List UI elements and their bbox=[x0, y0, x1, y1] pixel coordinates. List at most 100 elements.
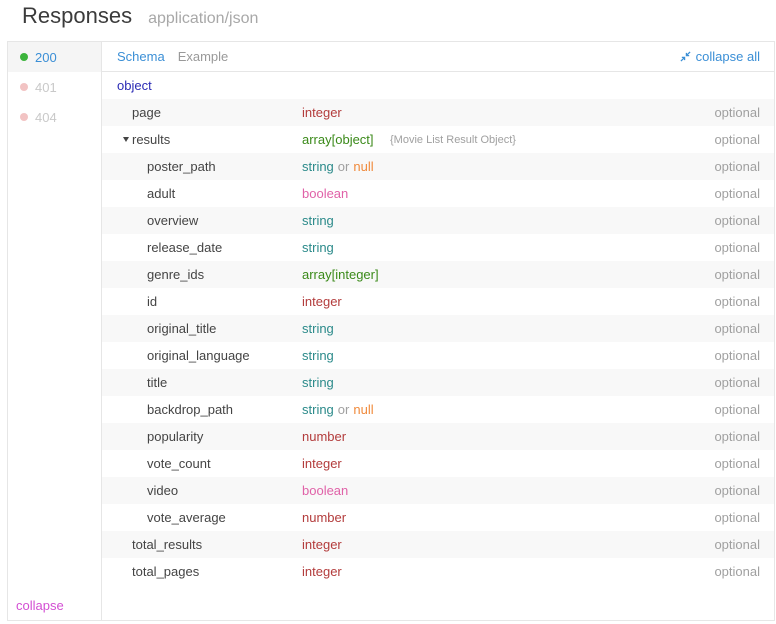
type-token: string bbox=[302, 159, 334, 174]
property-type: integer bbox=[302, 537, 342, 552]
response-panel: 200 401 404 Schema Example collapse all ob… bbox=[7, 41, 775, 621]
type-token: integer bbox=[302, 294, 342, 309]
status-code-label: 404 bbox=[35, 109, 57, 125]
type-token: string bbox=[302, 375, 334, 390]
optional-label: optional bbox=[714, 510, 760, 525]
optional-label: optional bbox=[714, 375, 760, 390]
schema-area: Schema Example collapse all object page i… bbox=[102, 42, 774, 620]
expand-caret-icon[interactable] bbox=[123, 137, 129, 143]
optional-label: optional bbox=[714, 456, 760, 471]
status-code-200[interactable]: 200 bbox=[8, 42, 101, 72]
optional-label: optional bbox=[714, 159, 760, 174]
property-type: array[object] bbox=[302, 132, 374, 147]
property-name: backdrop_path bbox=[147, 402, 234, 417]
type-token: integer bbox=[302, 564, 342, 579]
schema-row: popularity number optional bbox=[102, 423, 774, 450]
collapse-arrows-icon bbox=[680, 51, 691, 62]
status-code-404[interactable]: 404 bbox=[8, 102, 101, 132]
type-token: array[object] bbox=[302, 132, 374, 147]
property-type: integer bbox=[302, 294, 342, 309]
property-type: number bbox=[302, 429, 346, 444]
tab-schema[interactable]: Schema bbox=[117, 49, 165, 64]
root-type-label: object bbox=[117, 78, 152, 93]
schema-row: total_results integer optional bbox=[102, 531, 774, 558]
type-token: null bbox=[353, 159, 374, 174]
property-name: adult bbox=[147, 186, 176, 201]
status-dot-icon bbox=[20, 83, 28, 91]
type-token: boolean bbox=[302, 483, 349, 498]
schema-row[interactable]: results array[object] {Movie List Result O… bbox=[102, 126, 774, 153]
tab-example[interactable]: Example bbox=[178, 49, 229, 64]
status-code-label: 401 bbox=[35, 79, 57, 95]
property-name: original_language bbox=[147, 348, 250, 363]
property-name: popularity bbox=[147, 429, 204, 444]
type-token: integer bbox=[302, 537, 342, 552]
type-separator: or bbox=[337, 402, 350, 417]
property-name: vote_count bbox=[147, 456, 211, 471]
type-token: array[integer] bbox=[302, 267, 379, 282]
property-name: overview bbox=[147, 213, 199, 228]
responses-header: Responses application/json bbox=[22, 0, 258, 34]
type-reference: {Movie List Result Object} bbox=[390, 133, 516, 146]
optional-label: optional bbox=[714, 240, 760, 255]
type-token: number bbox=[302, 429, 347, 444]
property-type: string bbox=[302, 213, 334, 228]
property-type: integer bbox=[302, 456, 342, 471]
property-name: page bbox=[132, 105, 161, 120]
property-name: id bbox=[147, 294, 158, 309]
status-code-401[interactable]: 401 bbox=[8, 72, 101, 102]
property-name: results bbox=[132, 132, 171, 147]
property-type: string bbox=[302, 348, 334, 363]
property-name: genre_ids bbox=[147, 267, 205, 282]
type-token: integer bbox=[302, 456, 342, 471]
property-name: total_pages bbox=[132, 564, 200, 579]
schema-row: original_language string optional bbox=[102, 342, 774, 369]
property-name: release_date bbox=[147, 240, 223, 255]
type-token: string bbox=[302, 402, 334, 417]
type-token: boolean bbox=[302, 186, 349, 201]
schema-row: release_date string optional bbox=[102, 234, 774, 261]
type-token: integer bbox=[302, 105, 342, 120]
status-dot-icon bbox=[20, 53, 28, 61]
schema-row: poster_path string or null optional bbox=[102, 153, 774, 180]
optional-label: optional bbox=[714, 132, 760, 147]
collapse-link[interactable]: collapse bbox=[16, 598, 64, 613]
optional-label: optional bbox=[714, 348, 760, 363]
optional-label: optional bbox=[714, 429, 760, 444]
schema-row: page integer optional bbox=[102, 99, 774, 126]
schema-row: vote_count integer optional bbox=[102, 450, 774, 477]
type-token: string bbox=[302, 348, 334, 363]
collapse-all-label: collapse all bbox=[695, 49, 760, 64]
page-title: Responses bbox=[22, 3, 133, 28]
schema-row: video boolean optional bbox=[102, 477, 774, 504]
schema-row: total_pages integer optional bbox=[102, 558, 774, 585]
property-type: integer bbox=[302, 105, 342, 120]
content-type-label: application/json bbox=[148, 10, 259, 27]
schema-row: id integer optional bbox=[102, 288, 774, 315]
optional-label: optional bbox=[714, 186, 760, 201]
property-type: string bbox=[302, 321, 334, 336]
schema-row: overview string optional bbox=[102, 207, 774, 234]
optional-label: optional bbox=[714, 483, 760, 498]
optional-label: optional bbox=[714, 105, 760, 120]
schema-row: genre_ids array[integer] optional bbox=[102, 261, 774, 288]
property-name: video bbox=[147, 483, 179, 498]
schema-row: title string optional bbox=[102, 369, 774, 396]
optional-label: optional bbox=[714, 267, 760, 282]
schema-rows: page integer optional results array[object] {… bbox=[102, 99, 774, 585]
property-type: string bbox=[302, 375, 334, 390]
schema-row: backdrop_path string or null optional bbox=[102, 396, 774, 423]
property-name: title bbox=[147, 375, 168, 390]
property-name: total_results bbox=[132, 537, 203, 552]
optional-label: optional bbox=[714, 402, 760, 417]
type-token: string bbox=[302, 321, 334, 336]
property-name: original_title bbox=[147, 321, 217, 336]
optional-label: optional bbox=[714, 294, 760, 309]
property-name: vote_average bbox=[147, 510, 226, 525]
optional-label: optional bbox=[714, 537, 760, 552]
schema-row: vote_average number optional bbox=[102, 504, 774, 531]
schema-tabs: Schema Example collapse all bbox=[102, 42, 774, 72]
optional-label: optional bbox=[714, 213, 760, 228]
collapse-all-button[interactable]: collapse all bbox=[680, 49, 760, 64]
property-type: array[integer] bbox=[302, 267, 379, 282]
